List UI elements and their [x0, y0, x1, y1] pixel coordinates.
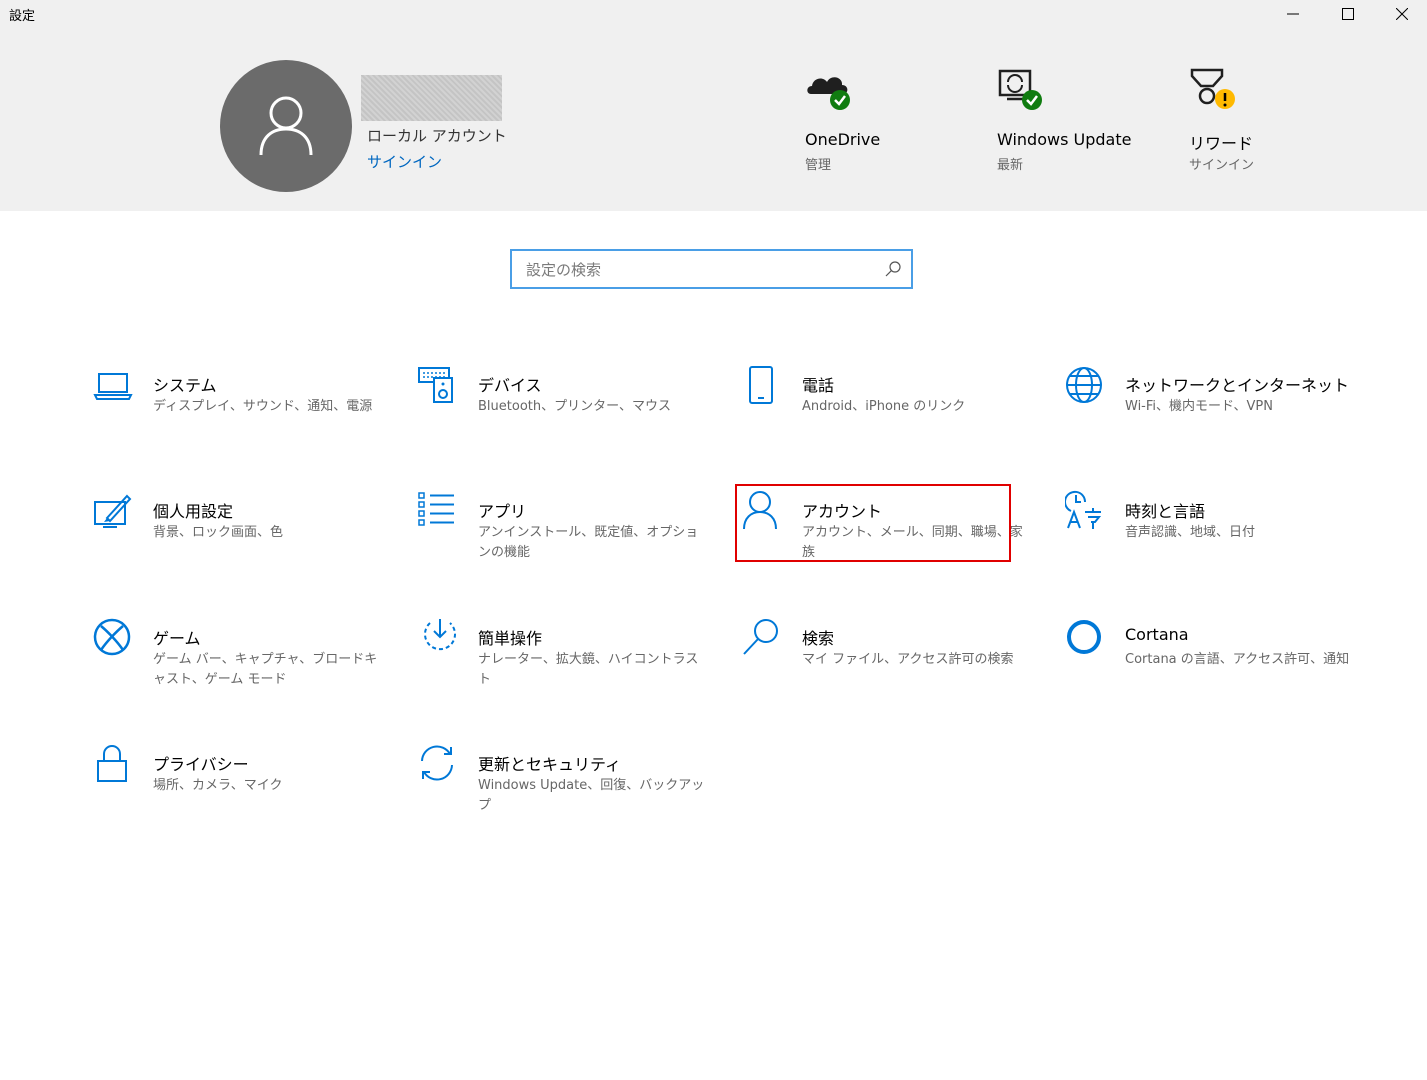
maximize-button[interactable]	[1321, 0, 1375, 28]
category-title: アプリ	[478, 502, 527, 521]
cortana-icon	[1067, 620, 1101, 654]
account-header: 設定 ローカル アカウント サインイン OneDrive 管理 Windows …	[0, 0, 1427, 211]
rewards-icon	[1190, 68, 1235, 109]
search-icon	[743, 619, 778, 655]
window-title: 設定	[9, 9, 36, 24]
rewards-sub: サインイン	[1189, 158, 1255, 173]
user-silhouette-icon	[259, 96, 313, 156]
category-search[interactable]: 検索 マイ ファイル、アクセス許可の検索	[742, 617, 1032, 697]
windows-update-sub: 最新	[997, 158, 1024, 173]
phone-icon	[749, 366, 773, 404]
windows-update-tile[interactable]: Windows Update 最新	[997, 68, 1137, 178]
category-cortana[interactable]: Cortana Cortana の言語、アクセス許可、通知	[1065, 617, 1355, 697]
xbox-icon	[93, 618, 131, 656]
avatar[interactable]	[220, 60, 352, 192]
category-desc: ナレーター、拡大鏡、ハイコントラスト	[478, 652, 699, 687]
account-type: ローカル アカウント	[367, 127, 507, 145]
category-ease-of-access[interactable]: 簡単操作 ナレーター、拡大鏡、ハイコントラスト	[418, 617, 708, 697]
windows-update-label: Windows Update	[997, 130, 1132, 149]
category-personalization[interactable]: 個人用設定 背景、ロック画面、色	[93, 490, 383, 570]
category-desc: Bluetooth、プリンター、マウス	[478, 399, 671, 414]
category-desc: 場所、カメラ、マイク	[153, 778, 283, 793]
category-desc: アカウント、メール、同期、職場、家族	[802, 525, 1023, 560]
category-desc: Wi-Fi、機内モード、VPN	[1125, 399, 1273, 414]
category-title: デバイス	[478, 376, 542, 395]
search-input[interactable]	[524, 251, 878, 289]
category-gaming[interactable]: ゲーム ゲーム バー、キャプチャ、ブロードキャスト、ゲーム モード	[93, 617, 383, 697]
category-title: 簡単操作	[478, 629, 543, 648]
category-title: 検索	[802, 629, 835, 648]
ease-of-access-icon	[424, 619, 456, 651]
signin-link[interactable]: サインイン	[367, 151, 442, 172]
rewards-tile[interactable]: リワード サインイン	[1189, 68, 1279, 178]
category-desc: マイ ファイル、アクセス許可の検索	[802, 652, 1014, 667]
category-desc: Cortana の言語、アクセス許可、通知	[1125, 652, 1350, 667]
close-icon	[1396, 8, 1408, 20]
category-desc: 音声認識、地域、日付	[1125, 525, 1256, 540]
category-desc: Windows Update、回復、バックアップ	[478, 778, 705, 813]
category-desc: 背景、ロック画面、色	[153, 525, 284, 540]
settings-search-box[interactable]	[510, 249, 913, 289]
category-title: 電話	[802, 376, 835, 395]
category-phone[interactable]: 電話 Android、iPhone のリンク	[742, 364, 1032, 444]
category-desc: アンインストール、既定値、オプションの機能	[478, 525, 699, 560]
close-button[interactable]	[1375, 0, 1427, 28]
category-title: ネットワークとインターネット	[1125, 376, 1350, 395]
person-icon	[743, 491, 777, 530]
category-desc: ディスプレイ、サウンド、通知、電源	[153, 399, 373, 414]
minimize-icon	[1287, 13, 1299, 15]
minimize-button[interactable]	[1266, 0, 1320, 28]
time-language-icon	[1065, 490, 1102, 529]
account-name-redacted	[361, 75, 502, 121]
maximize-icon	[1342, 8, 1354, 20]
laptop-icon	[93, 373, 133, 400]
globe-icon	[1066, 367, 1102, 403]
search-icon[interactable]	[885, 261, 901, 277]
category-time-language[interactable]: 時刻と言語 音声認識、地域、日付	[1065, 490, 1355, 570]
category-title: アカウント	[802, 502, 883, 521]
onedrive-label: OneDrive	[805, 130, 881, 149]
category-privacy[interactable]: プライバシー 場所、カメラ、マイク	[93, 743, 383, 823]
update-security-icon	[421, 745, 453, 781]
category-title: 時刻と言語	[1125, 502, 1206, 521]
category-desc: Android、iPhone のリンク	[802, 399, 966, 414]
onedrive-sub: 管理	[805, 158, 832, 173]
category-update-security[interactable]: 更新とセキュリティ Windows Update、回復、バックアップ	[418, 743, 708, 823]
category-devices[interactable]: デバイス Bluetooth、プリンター、マウス	[418, 364, 708, 444]
personalization-icon	[94, 494, 132, 528]
category-title: プライバシー	[153, 755, 249, 774]
category-network[interactable]: ネットワークとインターネット Wi-Fi、機内モード、VPN	[1065, 364, 1355, 444]
devices-icon	[418, 367, 453, 403]
category-apps[interactable]: アプリ アンインストール、既定値、オプションの機能	[418, 490, 708, 570]
windows-update-icon	[998, 69, 1042, 110]
rewards-label: リワード	[1189, 134, 1254, 153]
category-title: 個人用設定	[153, 502, 234, 521]
apps-list-icon	[418, 492, 454, 526]
category-title: Cortana	[1125, 625, 1189, 644]
lock-icon	[97, 745, 127, 782]
category-accounts[interactable]: アカウント アカウント、メール、同期、職場、家族	[742, 490, 1032, 570]
category-title: 更新とセキュリティ	[478, 755, 622, 774]
category-title: システム	[153, 376, 217, 395]
category-desc: ゲーム バー、キャプチャ、ブロードキャスト、ゲーム モード	[153, 652, 378, 687]
category-title: ゲーム	[153, 629, 201, 648]
onedrive-icon	[807, 77, 850, 110]
onedrive-tile[interactable]: OneDrive 管理	[805, 68, 915, 178]
category-system[interactable]: システム ディスプレイ、サウンド、通知、電源	[93, 364, 383, 444]
